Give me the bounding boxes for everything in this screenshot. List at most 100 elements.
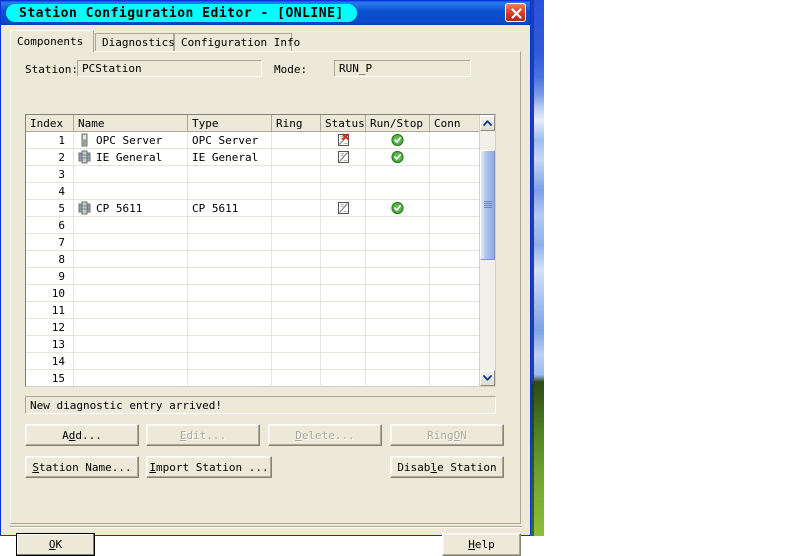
scroll-down-button[interactable] bbox=[480, 370, 495, 386]
table-row[interactable]: 2 IE General IE General bbox=[26, 149, 495, 166]
cell-name bbox=[74, 370, 188, 386]
name-cell-content: OPC Server bbox=[78, 133, 162, 147]
cell-conn bbox=[430, 302, 481, 318]
scroll-up-button[interactable] bbox=[480, 115, 495, 131]
cell-name bbox=[74, 234, 188, 250]
column-header-name[interactable]: Name bbox=[74, 115, 188, 131]
chevron-down-icon bbox=[483, 375, 492, 381]
table-row[interactable]: 5 CP 5611 CP 5611 bbox=[26, 200, 495, 217]
import-station-button[interactable]: Import Station ... bbox=[146, 456, 272, 478]
cell-ring bbox=[272, 268, 321, 284]
table-row[interactable]: 15 bbox=[26, 370, 495, 386]
cell-runstop bbox=[366, 251, 430, 267]
table-row[interactable]: 9 bbox=[26, 268, 495, 285]
tab-components[interactable]: Components bbox=[10, 30, 94, 52]
cell-conn bbox=[430, 183, 481, 199]
run-ok-icon bbox=[391, 201, 404, 215]
mode-field[interactable]: RUN_P bbox=[334, 60, 471, 77]
cell-status bbox=[321, 217, 366, 233]
cell-type bbox=[188, 166, 272, 182]
cell-runstop bbox=[366, 149, 430, 165]
cell-conn bbox=[430, 149, 481, 165]
run-ok-icon bbox=[391, 133, 404, 147]
cell-ring bbox=[272, 183, 321, 199]
accelerator-char: l bbox=[430, 460, 438, 474]
module-card-icon bbox=[78, 150, 91, 164]
components-table[interactable]: Index Name Type Ring Status Run/Stop Conn 1 OPC… bbox=[25, 114, 496, 387]
cell-index: 14 bbox=[26, 353, 74, 369]
column-header-index[interactable]: Index bbox=[26, 115, 74, 131]
cell-status bbox=[321, 319, 366, 335]
cell-ring bbox=[272, 132, 321, 148]
cell-status bbox=[321, 183, 366, 199]
cell-name bbox=[74, 251, 188, 267]
table-row[interactable]: 12 bbox=[26, 319, 495, 336]
module-card-icon bbox=[78, 201, 91, 215]
column-header-type[interactable]: Type bbox=[188, 115, 272, 131]
status-error-icon bbox=[337, 133, 349, 146]
cell-conn bbox=[430, 285, 481, 301]
cell-type bbox=[188, 251, 272, 267]
cell-name bbox=[74, 183, 188, 199]
vertical-scrollbar[interactable] bbox=[479, 115, 495, 386]
column-header-conn[interactable]: Conn bbox=[430, 115, 481, 131]
edit-button[interactable]: Edit... bbox=[146, 424, 260, 446]
cell-name bbox=[74, 336, 188, 352]
cell-index: 1 bbox=[26, 132, 74, 148]
table-row[interactable]: 13 bbox=[26, 336, 495, 353]
tab-diagnostics[interactable]: Diagnostics bbox=[95, 33, 175, 51]
cell-runstop bbox=[366, 217, 430, 233]
station-name-button[interactable]: Station Name... bbox=[25, 456, 139, 478]
table-row[interactable]: 1 OPC Server OPC Server bbox=[26, 132, 495, 149]
chevron-up-icon bbox=[483, 120, 492, 126]
cell-runstop bbox=[366, 200, 430, 216]
help-button[interactable]: Help bbox=[442, 533, 521, 556]
close-button[interactable] bbox=[505, 3, 526, 22]
cell-type: OPC Server bbox=[188, 132, 272, 148]
table-row[interactable]: 8 bbox=[26, 251, 495, 268]
cell-name bbox=[74, 268, 188, 284]
cell-runstop bbox=[366, 285, 430, 301]
cell-runstop bbox=[366, 268, 430, 284]
name-cell-content: IE General bbox=[78, 150, 162, 164]
scrollbar-thumb[interactable] bbox=[480, 150, 495, 260]
table-row[interactable]: 14 bbox=[26, 353, 495, 370]
cell-index: 7 bbox=[26, 234, 74, 250]
add-button[interactable]: Ad d... bbox=[25, 424, 139, 446]
cell-index: 3 bbox=[26, 166, 74, 182]
disable-station-button[interactable]: Disab l e Station bbox=[390, 456, 504, 478]
column-header-status[interactable]: Status bbox=[321, 115, 366, 131]
title-bar[interactable]: Station Configuration Editor - [ONLINE] bbox=[1, 1, 530, 25]
column-header-ring[interactable]: Ring bbox=[272, 115, 321, 131]
table-row[interactable]: 4 bbox=[26, 183, 495, 200]
table-body: 1 OPC Server OPC Server 2 IE General IE Gener… bbox=[26, 132, 495, 386]
cell-ring bbox=[272, 234, 321, 250]
tab-configuration-info[interactable]: Configuration Info bbox=[174, 33, 300, 51]
table-row[interactable]: 6 bbox=[26, 217, 495, 234]
table-row[interactable]: 10 bbox=[26, 285, 495, 302]
ring-on-button[interactable]: Ring ON bbox=[390, 424, 504, 446]
ok-button[interactable]: OK bbox=[16, 533, 95, 556]
cell-status bbox=[321, 336, 366, 352]
cell-ring bbox=[272, 200, 321, 216]
delete-button[interactable]: Delete... bbox=[268, 424, 382, 446]
accelerator-char: D bbox=[295, 428, 302, 442]
station-field[interactable]: PCStation bbox=[77, 60, 262, 77]
desktop-wallpaper bbox=[531, 0, 544, 536]
cell-type bbox=[188, 285, 272, 301]
dialog-client-area: Components Diagnostics Configuration Inf… bbox=[2, 25, 529, 556]
table-row[interactable]: 11 bbox=[26, 302, 495, 319]
cell-type bbox=[188, 268, 272, 284]
screen: Station Configuration Editor - [ONLINE] … bbox=[0, 0, 795, 556]
table-row[interactable]: 7 bbox=[26, 234, 495, 251]
status-message: New diagnostic entry arrived! bbox=[25, 396, 496, 414]
cell-ring bbox=[272, 217, 321, 233]
station-configuration-editor-dialog: Station Configuration Editor - [ONLINE] … bbox=[0, 0, 531, 556]
cell-index: 11 bbox=[26, 302, 74, 318]
cell-runstop bbox=[366, 166, 430, 182]
column-header-runstop[interactable]: Run/Stop bbox=[366, 115, 430, 131]
table-row[interactable]: 3 bbox=[26, 166, 495, 183]
cell-ring bbox=[272, 319, 321, 335]
cell-ring bbox=[272, 166, 321, 182]
cell-type bbox=[188, 336, 272, 352]
